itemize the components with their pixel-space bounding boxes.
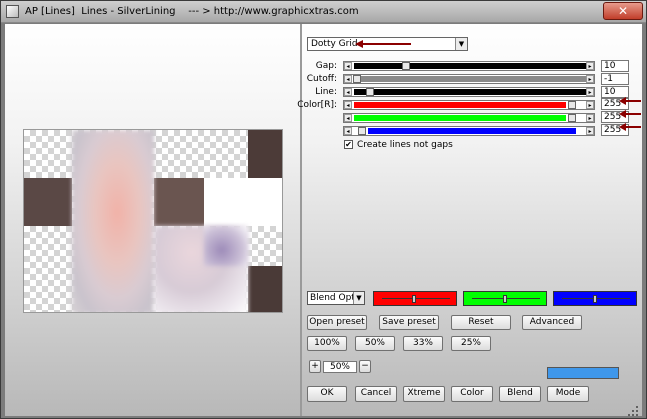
slider-fill (368, 128, 576, 134)
gap-value-field[interactable]: 10 (601, 60, 629, 72)
preview-dark-tile (248, 266, 282, 312)
plugin-window: AP [Lines] Lines - SilverLining --- > ht… (0, 0, 647, 419)
app-icon (6, 5, 19, 18)
advanced-button[interactable]: Advanced (522, 315, 582, 330)
preview-photo (72, 130, 154, 312)
annotation-arrow-icon (619, 123, 641, 131)
blend-options-value: Blend Opti (310, 293, 358, 303)
window-title: AP [Lines] Lines - SilverLining --- > ht… (25, 6, 359, 17)
slider-right-arrow-icon[interactable]: ▸ (586, 75, 594, 83)
zoom-33-button[interactable]: 33% (403, 336, 443, 351)
slider-thumb[interactable] (568, 101, 576, 109)
annotation-arrow-icon (619, 110, 641, 118)
slider-thumb[interactable] (568, 114, 576, 122)
slider-thumb[interactable] (353, 75, 361, 83)
preview-dark-tile (154, 178, 204, 226)
slider-left-arrow-icon[interactable]: ◂ (344, 101, 352, 109)
preview-dark-tile (248, 130, 282, 178)
channel-knob[interactable] (503, 295, 507, 303)
open-preset-button[interactable]: Open preset (307, 315, 367, 330)
slider-right-arrow-icon[interactable]: ▸ (586, 62, 594, 70)
title-bar[interactable]: AP [Lines] Lines - SilverLining --- > ht… (1, 1, 646, 23)
zoom-100-button[interactable]: 100% (307, 336, 347, 351)
zoom-value: 50% (323, 361, 357, 373)
mode-button[interactable]: Mode (547, 386, 589, 402)
slider-right-arrow-icon[interactable]: ▸ (586, 114, 594, 122)
close-button[interactable]: ✕ (603, 2, 643, 20)
channel-knob[interactable] (412, 295, 416, 303)
color-r-label: Color[R]: (297, 100, 337, 110)
cutoff-slider[interactable]: ◂ ▸ (343, 74, 595, 84)
reset-button[interactable]: Reset (451, 315, 511, 330)
slider-fill (354, 76, 586, 82)
chevron-down-icon: ▼ (353, 292, 364, 304)
mode-select-value: Dotty Grid (311, 39, 358, 49)
ok-button[interactable]: OK (307, 386, 347, 402)
create-lines-label: Create lines not gaps (357, 140, 453, 150)
color-green-slider[interactable]: ◂ ▸ (343, 113, 595, 123)
zoom-50-button[interactable]: 50% (355, 336, 395, 351)
slider-right-arrow-icon[interactable]: ▸ (586, 127, 594, 135)
slider-left-arrow-icon[interactable]: ◂ (344, 114, 352, 122)
preview-image[interactable] (23, 129, 283, 313)
xtreme-button[interactable]: Xtreme (403, 386, 445, 402)
preview-light-tile (204, 178, 282, 226)
color-button[interactable]: Color (451, 386, 493, 402)
preview-dark-tile (24, 178, 72, 226)
slider-thumb[interactable] (402, 62, 410, 70)
gap-slider[interactable]: ◂ ▸ (343, 61, 595, 71)
slider-right-arrow-icon[interactable]: ▸ (586, 101, 594, 109)
preview-photo (204, 226, 248, 266)
slider-left-arrow-icon[interactable]: ◂ (344, 88, 352, 96)
color-blue-slider[interactable]: ◂ ▸ (343, 126, 595, 136)
zoom-minus-button[interactable]: − (359, 360, 371, 373)
zoom-plus-button[interactable]: + (309, 360, 321, 373)
slider-right-arrow-icon[interactable]: ▸ (586, 88, 594, 96)
green-channel-bar[interactable] (463, 291, 547, 306)
resize-grip-icon[interactable] (627, 405, 639, 417)
line-label: Line: (315, 87, 337, 97)
slider-left-arrow-icon[interactable]: ◂ (344, 75, 352, 83)
blue-channel-bar[interactable] (553, 291, 637, 306)
color-red-slider[interactable]: ◂ ▸ (343, 100, 595, 110)
create-lines-checkbox[interactable]: ✔ (344, 140, 353, 149)
annotation-arrow-icon (355, 40, 411, 48)
slider-fill (354, 102, 566, 108)
channel-track (382, 298, 450, 299)
slider-fill (354, 115, 566, 121)
zoom-25-button[interactable]: 25% (451, 336, 491, 351)
slider-left-arrow-icon[interactable]: ◂ (344, 127, 352, 135)
slider-fill (354, 89, 586, 95)
slider-left-arrow-icon[interactable]: ◂ (344, 62, 352, 70)
slider-fill (354, 63, 586, 69)
channel-knob[interactable] (593, 295, 597, 303)
line-slider[interactable]: ◂ ▸ (343, 87, 595, 97)
cutoff-label: Cutoff: (306, 74, 337, 84)
slider-thumb[interactable] (358, 127, 366, 135)
gap-label: Gap: (315, 61, 337, 71)
slider-thumb[interactable] (366, 88, 374, 96)
chevron-down-icon: ▼ (455, 38, 467, 50)
annotation-arrow-icon (619, 97, 641, 105)
cancel-button[interactable]: Cancel (355, 386, 397, 402)
save-preset-button[interactable]: Save preset (379, 315, 439, 330)
color-swatch[interactable] (547, 367, 619, 379)
blend-options-select[interactable]: Blend Opti ▼ (307, 291, 365, 305)
red-channel-bar[interactable] (373, 291, 457, 306)
blend-button[interactable]: Blend (499, 386, 541, 402)
cutoff-value-field[interactable]: -1 (601, 73, 629, 85)
